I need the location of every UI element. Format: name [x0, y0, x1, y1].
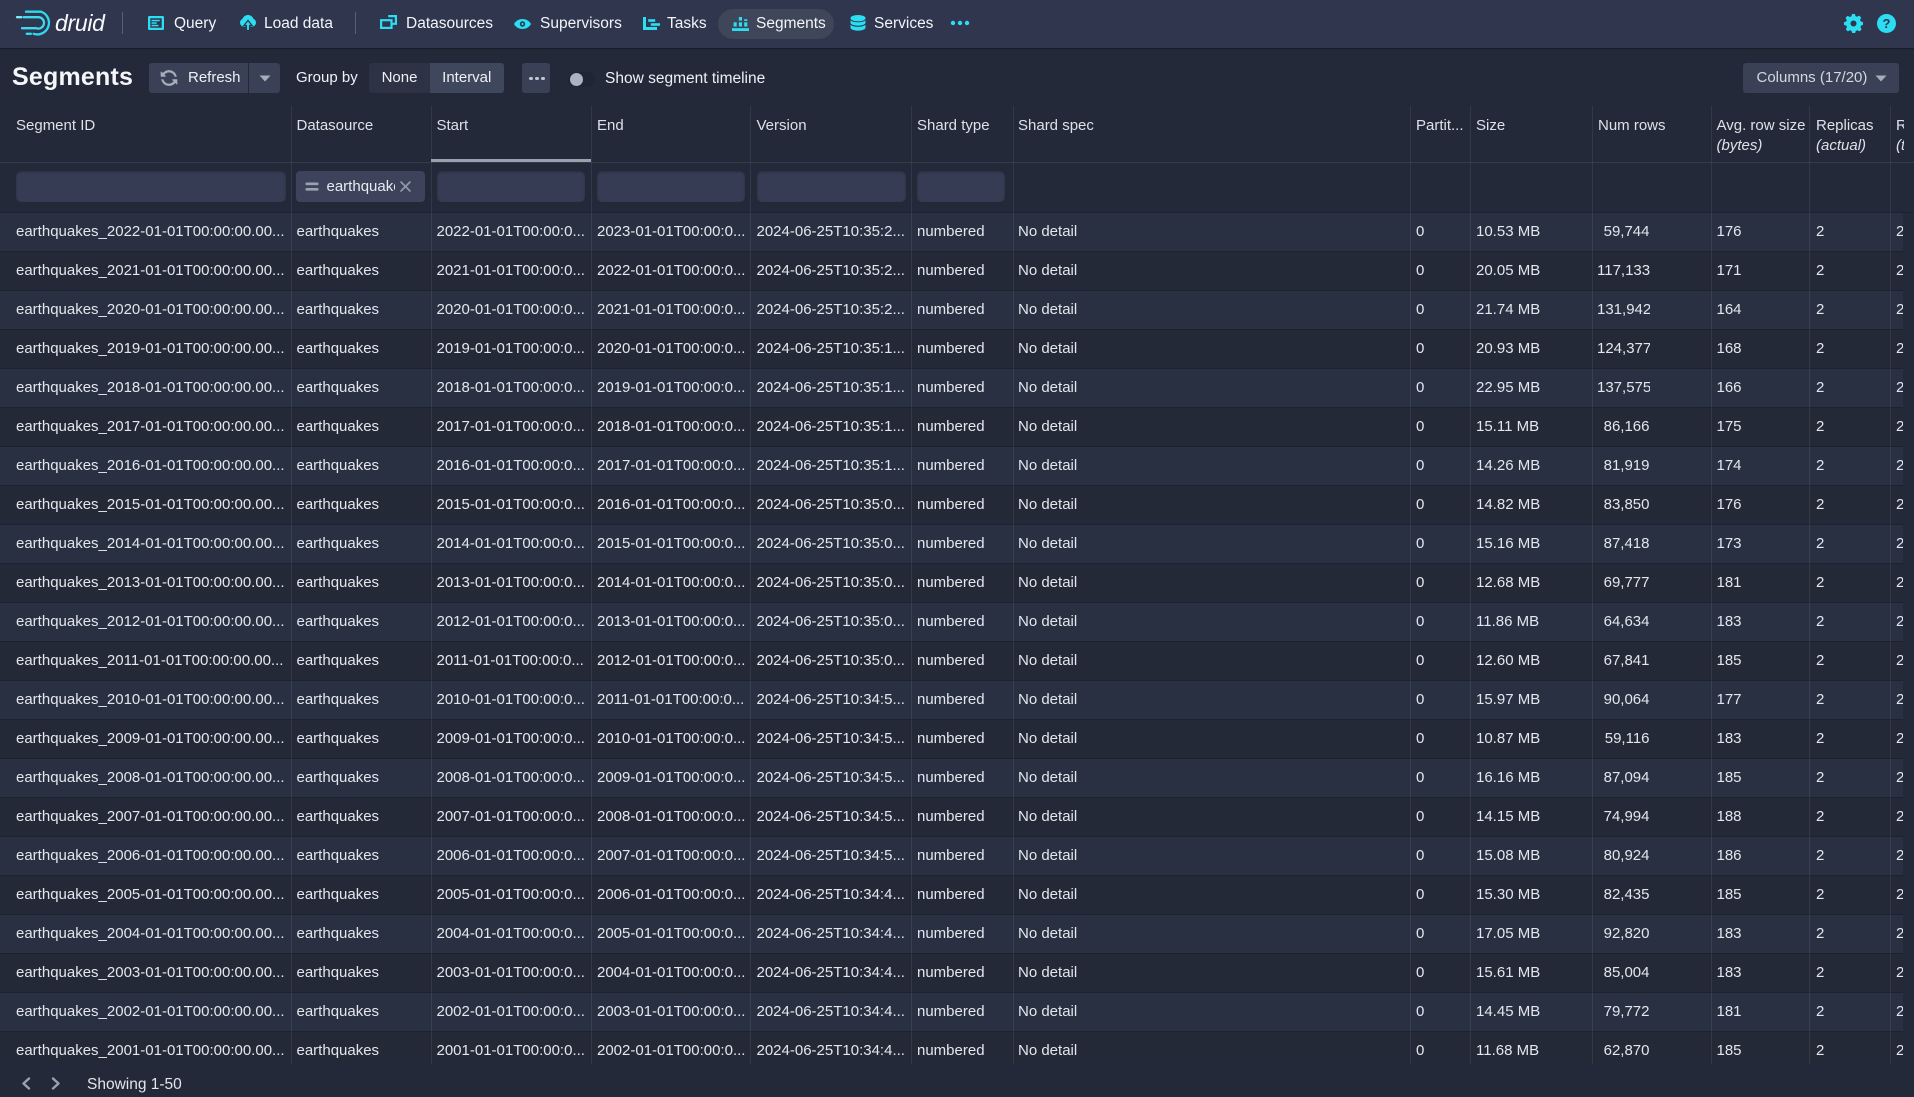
svg-text:?: ? — [1883, 16, 1891, 31]
